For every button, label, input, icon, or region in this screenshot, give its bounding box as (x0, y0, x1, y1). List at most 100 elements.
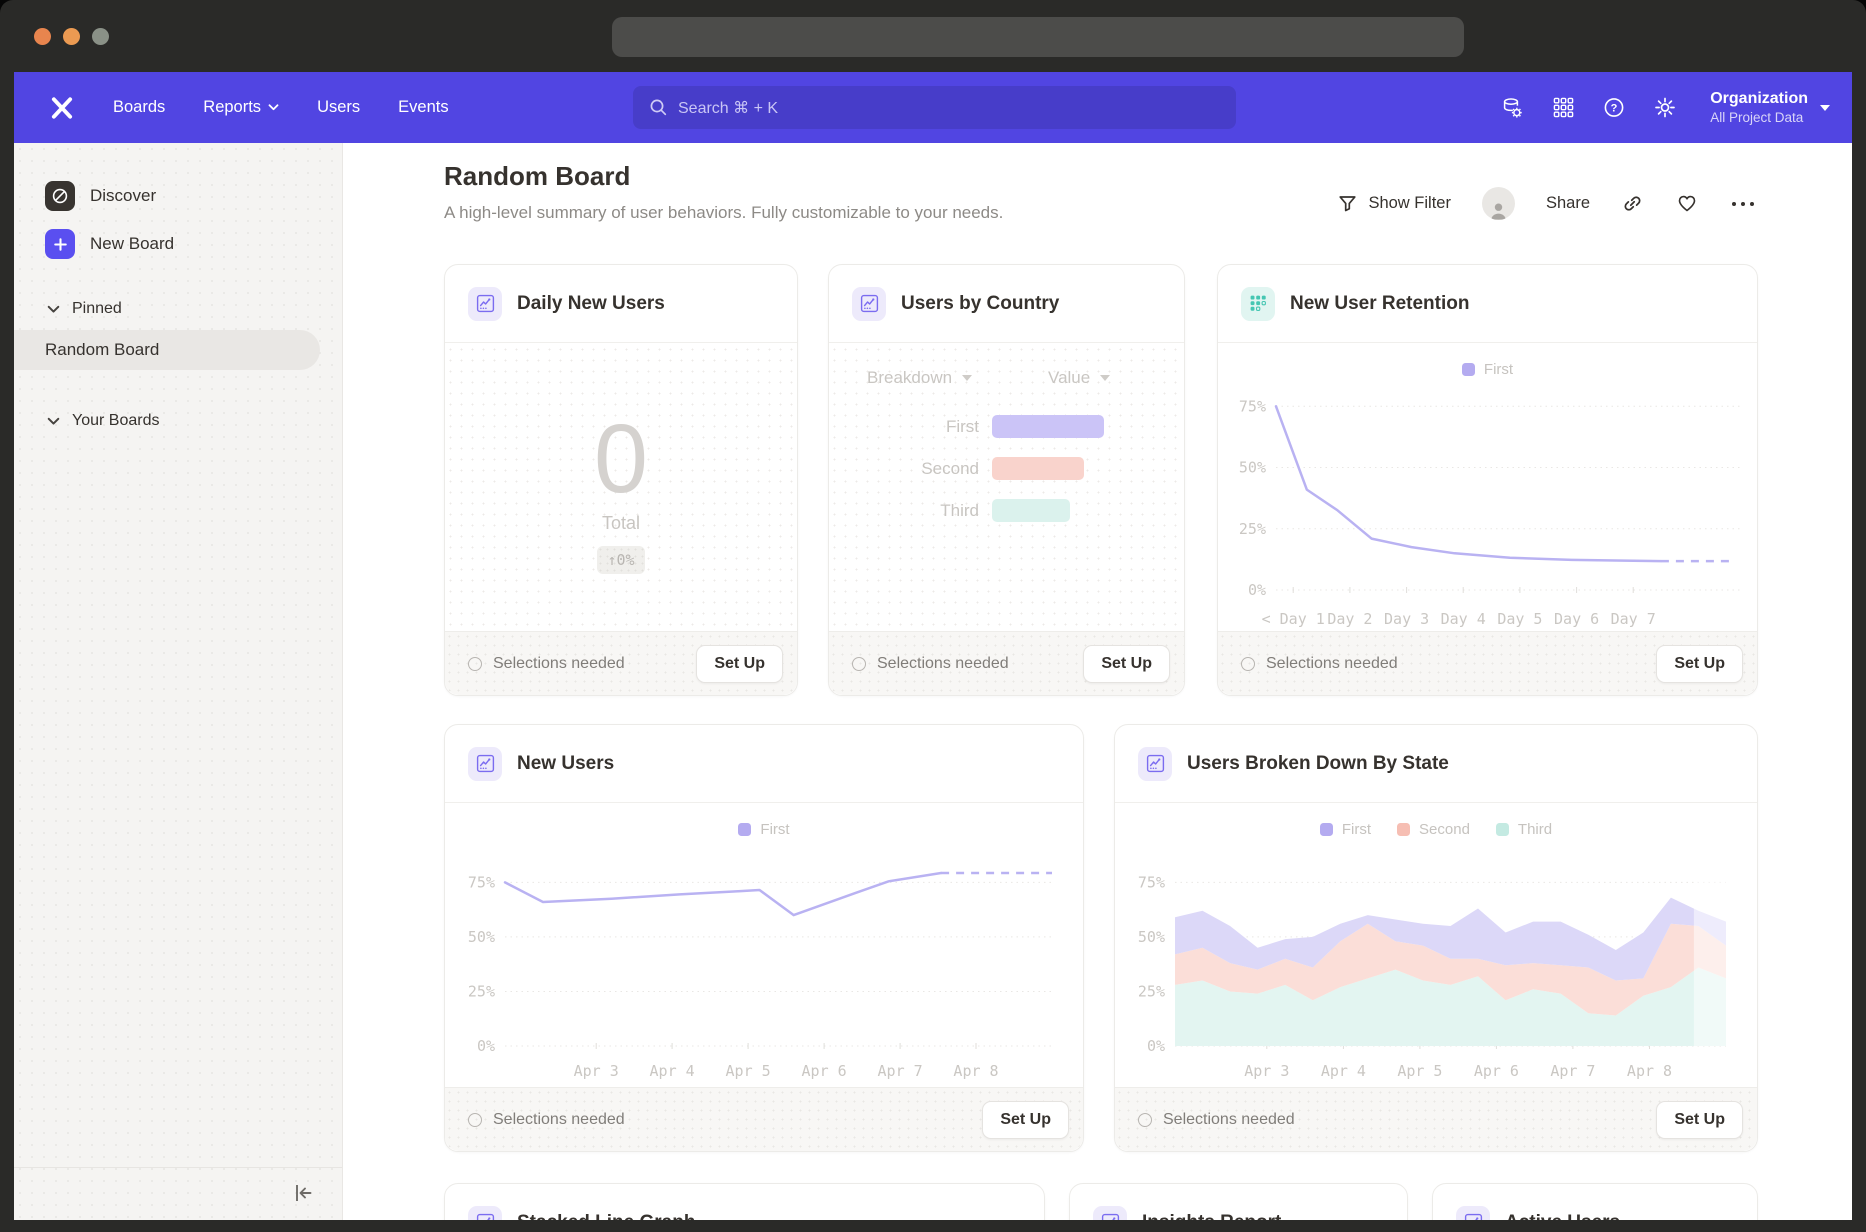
nav-item-events[interactable]: Events (398, 98, 448, 117)
search-input[interactable]: Search ⌘ + K (633, 86, 1236, 129)
caret-down-icon (1100, 375, 1110, 381)
sidebar-footer (14, 1167, 342, 1220)
metric-value: 0 (594, 413, 648, 505)
org-project: All Project Data (1710, 109, 1808, 126)
avatar[interactable] (1482, 187, 1515, 220)
card-title: Stacked Line Graph (517, 1212, 695, 1221)
help-button[interactable]: ? (1602, 96, 1626, 120)
sidebar-item-new-board[interactable]: New Board (45, 229, 174, 259)
sidebar-item-discover[interactable]: Discover (45, 181, 156, 211)
legend-swatch-third (1496, 823, 1509, 836)
board-controls: Show Filter Share (1337, 187, 1756, 220)
show-filter-button[interactable]: Show Filter (1337, 193, 1451, 214)
card-title: Users Broken Down By State (1187, 753, 1449, 775)
card-footer: Selections needed Set Up (829, 631, 1184, 695)
line-chart-icon (1093, 1206, 1127, 1221)
card-daily-new-users: Daily New Users 0 Total ↑0% Selections n… (444, 264, 798, 696)
org-switcher[interactable]: Organization All Project Data (1710, 89, 1830, 126)
retention-icon (1241, 287, 1275, 321)
close-button[interactable] (34, 28, 51, 45)
legend-swatch-first (1320, 823, 1333, 836)
svg-text:?: ? (1611, 103, 1618, 115)
users-by-state-chart: 0%25%50%75%Apr 3Apr 4Apr 5Apr 6Apr 7Apr … (1115, 842, 1757, 1084)
status-text: Selections needed (1241, 655, 1656, 673)
card-footer: Selections needed Set Up (445, 1087, 1083, 1151)
card-header: New Users (445, 725, 1083, 803)
status-text: Selections needed (1138, 1111, 1656, 1129)
card-footer: Selections needed Set Up (1218, 631, 1757, 695)
copy-link-button[interactable] (1621, 192, 1644, 215)
minimize-button[interactable] (63, 28, 80, 45)
line-chart-icon (468, 1206, 502, 1221)
compass-icon (45, 181, 75, 211)
sidebar-section-pinned[interactable]: Pinned (47, 300, 122, 318)
collapse-sidebar-button[interactable] (291, 1182, 315, 1209)
sidebar-section-your-boards[interactable]: Your Boards (47, 412, 159, 430)
card-new-user-retention: New User Retention First 0%25%50%75%< Da… (1217, 264, 1758, 696)
settings-button[interactable] (1653, 96, 1677, 120)
card-footer: Selections needed Set Up (1115, 1087, 1757, 1151)
nav-item-boards[interactable]: Boards (113, 98, 165, 117)
card-active-users: Active Users (1432, 1183, 1758, 1220)
data-management-button[interactable] (1500, 96, 1524, 120)
legend-swatch-second (1397, 823, 1410, 836)
setup-button[interactable]: Set Up (1656, 645, 1743, 683)
card-new-users: New Users First 0%25%50%75%Apr 3Apr 4Apr… (444, 724, 1084, 1152)
page-title: Random Board (444, 161, 630, 192)
svg-text:< Day 1: < Day 1 (1262, 610, 1325, 628)
card-header: Users by Country (829, 265, 1184, 343)
setup-button[interactable]: Set Up (1083, 645, 1170, 683)
heart-icon (1675, 192, 1699, 215)
status-text: Selections needed (852, 655, 1083, 673)
line-chart-icon (1456, 1206, 1490, 1221)
svg-text:Apr 4: Apr 4 (650, 1062, 695, 1080)
org-caret-icon (1820, 105, 1830, 111)
nav-item-reports[interactable]: Reports (203, 98, 279, 117)
bar-first (992, 415, 1104, 438)
svg-text:Apr 6: Apr 6 (1474, 1062, 1519, 1080)
apps-grid-icon (1552, 96, 1575, 119)
collapse-sidebar-icon (291, 1182, 315, 1204)
card-footer: Selections needed Set Up (445, 631, 797, 695)
gear-icon (1653, 95, 1677, 120)
card-title: New Users (517, 753, 614, 775)
sidebar-item-random-board[interactable]: Random Board (14, 330, 320, 370)
svg-text:Apr 8: Apr 8 (953, 1062, 998, 1080)
status-circle-icon (468, 1113, 482, 1127)
nav-item-users[interactable]: Users (317, 98, 360, 117)
share-button[interactable]: Share (1546, 194, 1590, 213)
url-bar[interactable] (612, 17, 1464, 57)
svg-text:25%: 25% (1138, 983, 1165, 1001)
nav-items: Boards Reports Users Events (113, 98, 449, 117)
breakdown-dropdown[interactable]: Breakdown (867, 368, 972, 388)
link-icon (1621, 192, 1644, 215)
chart-legend: First (445, 804, 1083, 842)
setup-button[interactable]: Set Up (982, 1101, 1069, 1139)
svg-text:Apr 4: Apr 4 (1321, 1062, 1366, 1080)
favorite-button[interactable] (1675, 192, 1699, 215)
card-header: Users Broken Down By State (1115, 725, 1757, 803)
card-header: Daily New Users (445, 265, 797, 343)
chevron-down-icon (47, 417, 60, 426)
setup-button[interactable]: Set Up (1656, 1101, 1743, 1139)
legend-swatch-first (738, 823, 751, 836)
more-button[interactable] (1730, 200, 1756, 208)
bar-row: Third (829, 499, 1184, 522)
org-name: Organization (1710, 89, 1808, 109)
mixpanel-logo[interactable] (47, 93, 77, 123)
apps-grid-button[interactable] (1551, 96, 1575, 120)
svg-text:0%: 0% (1147, 1037, 1165, 1055)
svg-text:Day 2: Day 2 (1327, 610, 1372, 628)
setup-button[interactable]: Set Up (696, 645, 783, 683)
line-chart-icon (468, 287, 502, 321)
card-users-by-state: Users Broken Down By State First Second … (1114, 724, 1758, 1152)
svg-text:Day 4: Day 4 (1441, 610, 1486, 628)
card-header: Insights Report (1070, 1184, 1407, 1220)
svg-text:25%: 25% (468, 983, 495, 1001)
zoom-button[interactable] (92, 28, 109, 45)
caret-down-icon (962, 375, 972, 381)
card-stacked-line-graph: Stacked Line Graph (444, 1183, 1045, 1220)
svg-text:Apr 6: Apr 6 (802, 1062, 847, 1080)
value-dropdown[interactable]: Value (1048, 368, 1110, 388)
svg-text:Apr 8: Apr 8 (1627, 1062, 1672, 1080)
